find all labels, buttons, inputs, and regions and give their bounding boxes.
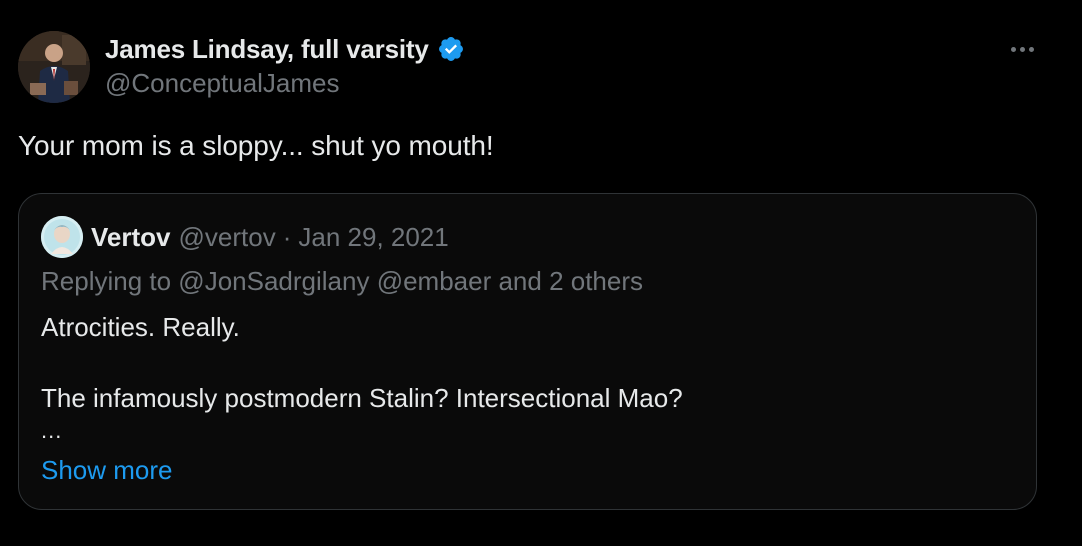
verified-badge-icon[interactable] (437, 35, 465, 63)
author-display-name[interactable]: James Lindsay, full varsity (105, 34, 429, 65)
author-name-row: James Lindsay, full varsity (105, 32, 465, 66)
quoted-tweet-date[interactable]: Jan 29, 2021 (298, 222, 448, 253)
show-more-link[interactable]: Show more (41, 455, 173, 486)
quoted-text-line: The infamously postmodern Stalin? Inters… (41, 383, 683, 413)
quoted-author-row: Vertov @vertov · Jan 29, 2021 (91, 218, 449, 256)
separator-dot: · (282, 221, 292, 252)
author-avatar[interactable] (18, 31, 90, 103)
quoted-tweet-card[interactable]: Vertov @vertov · Jan 29, 2021 Replying t… (18, 193, 1037, 510)
quoted-author-avatar[interactable] (41, 216, 83, 258)
author-handle[interactable]: @ConceptualJames (105, 68, 340, 99)
tweet: James Lindsay, full varsity @ConceptualJ… (0, 0, 1082, 546)
replying-to-text: Replying to @JonSadrgilany @embaer and 2… (41, 266, 644, 296)
quoted-text-ellipsis: ... (41, 418, 63, 443)
quoted-author-name[interactable]: Vertov (91, 222, 171, 253)
more-options-button[interactable] (1002, 36, 1042, 62)
more-horizontal-icon (1010, 46, 1016, 52)
quoted-text-line: Atrocities. Really. (41, 312, 240, 342)
quoted-author-handle[interactable]: @vertov (179, 222, 276, 253)
more-dot (1019, 46, 1025, 52)
tweet-text: Your mom is a sloppy... shut yo mouth! (18, 130, 494, 161)
more-dot (1028, 46, 1034, 52)
